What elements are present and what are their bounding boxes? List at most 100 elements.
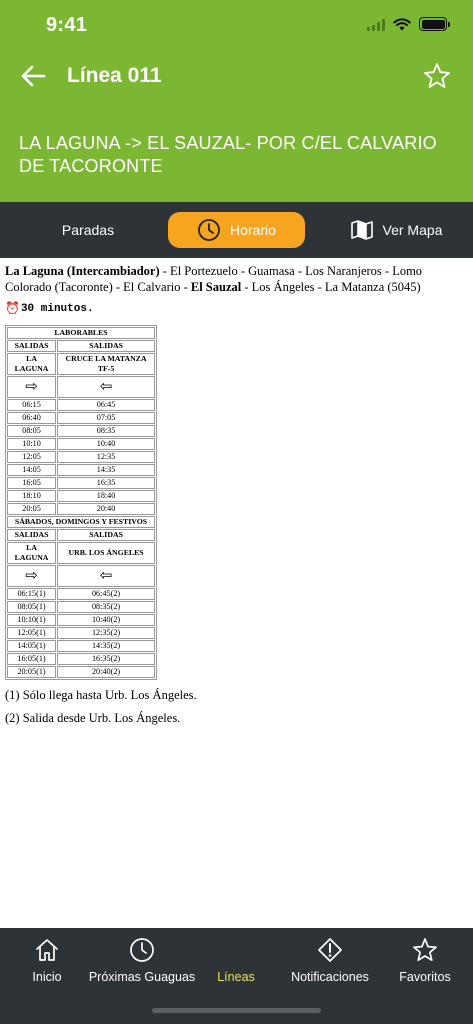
table-row: 20:05 20:40 xyxy=(7,503,155,515)
time-cell: 10:40(2) xyxy=(57,614,155,626)
time-cell: 14:05(1) xyxy=(7,640,57,652)
table-row: 14:05(1) 14:35(2) xyxy=(7,640,155,652)
table-row: 18:10 18:40 xyxy=(7,490,155,502)
time-cell: 14:35(2) xyxy=(57,640,155,652)
time-cell: 08:05(1) xyxy=(7,601,57,613)
time-cell: 16:05(1) xyxy=(7,653,57,665)
time-cell: 16:05 xyxy=(7,477,57,489)
time-cell: 12:05(1) xyxy=(7,627,57,639)
footnote-1: (1) Sólo llega hasta Urb. Los Ángeles. xyxy=(5,688,197,702)
route-stops: La Laguna (Intercambiador) - El Portezue… xyxy=(5,263,468,295)
weekday-col2-origin: CRUCE LA MATANZA TF-5 xyxy=(57,353,155,375)
schedule-table: LABORABLES SALIDAS SALIDAS LA LAGUNA CRU… xyxy=(5,325,157,680)
star-icon xyxy=(413,938,437,962)
time-cell: 06:40 xyxy=(7,412,57,424)
cellular-signal-icon xyxy=(367,18,385,31)
nav-proximas-label: Próximas Guaguas xyxy=(88,970,196,984)
status-time: 9:41 xyxy=(46,14,88,36)
time-cell: 18:10 xyxy=(7,490,57,502)
nav-lineas-label: Líneas xyxy=(217,970,255,984)
weekday-col1-origin: LA LAGUNA xyxy=(7,353,57,375)
back-arrow-icon xyxy=(21,65,46,87)
table-row: 08:05 08:35 xyxy=(7,425,155,437)
status-bar: 9:41 xyxy=(0,0,473,50)
weekday-col2-header: SALIDAS xyxy=(57,340,155,352)
table-row: 12:05(1) 12:35(2) xyxy=(7,627,155,639)
weekend-col2-header: SALIDAS xyxy=(57,529,155,541)
nav-inicio[interactable]: Inicio xyxy=(22,936,72,994)
left-arrow-icon: ⇦ xyxy=(57,376,155,398)
table-row: 10:10 10:40 xyxy=(7,438,155,450)
tab-paradas-label: Paradas xyxy=(61,222,115,238)
time-cell: 18:40 xyxy=(57,490,155,502)
weekday-title: LABORABLES xyxy=(7,327,155,339)
frequency-text: 30 minutos. xyxy=(20,303,94,315)
map-icon xyxy=(350,220,373,240)
favorite-button[interactable] xyxy=(421,60,453,92)
nav-favoritos[interactable]: Favoritos xyxy=(396,936,454,994)
wifi-icon xyxy=(393,17,411,30)
time-cell: 06:15 xyxy=(7,399,57,411)
table-row: 06:40 07:05 xyxy=(7,412,155,424)
nav-inicio-label: Inicio xyxy=(32,970,62,984)
weekend-col1-header: SALIDAS xyxy=(7,529,57,541)
weekday-col1-header: SALIDAS xyxy=(7,340,57,352)
time-cell: 16:35 xyxy=(57,477,155,489)
time-cell: 16:35(2) xyxy=(57,653,155,665)
right-arrow-icon: ⇨ xyxy=(7,376,57,398)
frequency-line: ⏰ 30 minutos. xyxy=(5,301,468,317)
tab-horario-label: Horario xyxy=(230,222,276,238)
time-cell: 20:05(1) xyxy=(7,666,57,678)
home-indicator xyxy=(152,1008,321,1013)
table-row: 12:05 12:35 xyxy=(7,451,155,463)
tab-horario[interactable]: Horario xyxy=(168,212,305,248)
weekend-title: SÁBADOS, DOMINGOS Y FESTIVOS xyxy=(7,516,155,528)
tab-ver-mapa[interactable]: Ver Mapa xyxy=(330,212,462,248)
time-cell: 12:35 xyxy=(57,451,155,463)
footnote-2: (2) Salida desde Urb. Los Ángeles. xyxy=(5,711,181,725)
back-button[interactable] xyxy=(18,60,50,92)
left-arrow-icon: ⇦ xyxy=(57,565,155,587)
time-cell: 06:15(1) xyxy=(7,588,57,600)
alarm-clock-icon: ⏰ xyxy=(5,302,20,316)
bus-lines-icon xyxy=(222,936,250,964)
alert-icon xyxy=(318,938,342,962)
time-cell: 12:35(2) xyxy=(57,627,155,639)
time-cell: 10:10 xyxy=(7,438,57,450)
table-row: 14:05 14:35 xyxy=(7,464,155,476)
table-row: 06:15(1) 06:45(2) xyxy=(7,588,155,600)
home-icon xyxy=(36,939,58,961)
nav-notificaciones[interactable]: Notificaciones xyxy=(288,936,372,994)
app-header: 9:41 Línea 011 LA LAGUNA -> EL SAUZAL- P… xyxy=(0,0,473,202)
weekend-col2-origin: URB. LOS ÁNGELES xyxy=(57,542,155,564)
battery-icon xyxy=(419,17,450,31)
time-cell: 08:05 xyxy=(7,425,57,437)
nav-favoritos-label: Favoritos xyxy=(399,970,451,984)
time-cell: 14:05 xyxy=(7,464,57,476)
table-row: 20:05(1) 20:40(2) xyxy=(7,666,155,678)
stops-end: - Los Ángeles - La Matanza (5045) xyxy=(241,280,421,294)
schedule-content: La Laguna (Intercambiador) - El Portezue… xyxy=(0,258,473,928)
time-cell: 14:35 xyxy=(57,464,155,476)
tab-ver-mapa-label: Ver Mapa xyxy=(382,222,443,238)
nav-proximas-guaguas[interactable]: Próximas Guaguas xyxy=(89,936,195,994)
time-cell: 06:45(2) xyxy=(57,588,155,600)
clock-icon xyxy=(130,938,154,962)
navigation-bar: Línea 011 xyxy=(0,52,473,100)
time-cell: 10:40 xyxy=(57,438,155,450)
tab-paradas[interactable]: Paradas xyxy=(22,212,154,248)
time-cell: 07:05 xyxy=(57,412,155,424)
time-cell: 06:45 xyxy=(57,399,155,411)
time-cell: 20:40(2) xyxy=(57,666,155,678)
right-arrow-icon: ⇨ xyxy=(7,565,57,587)
time-cell: 10:10(1) xyxy=(7,614,57,626)
status-icons xyxy=(367,17,450,31)
table-row: 16:05(1) 16:35(2) xyxy=(7,653,155,665)
stop-highlight: El Sauzal xyxy=(190,280,242,294)
nav-lineas[interactable]: Líneas xyxy=(212,936,260,994)
stop-origin: La Laguna (Intercambiador) xyxy=(5,264,160,278)
table-row: 16:05 16:35 xyxy=(7,477,155,489)
route-title: LA LAGUNA -> EL SAUZAL- POR C/EL CALVARI… xyxy=(19,133,437,176)
page-title: Línea 011 xyxy=(67,64,162,87)
time-cell: 12:05 xyxy=(7,451,57,463)
